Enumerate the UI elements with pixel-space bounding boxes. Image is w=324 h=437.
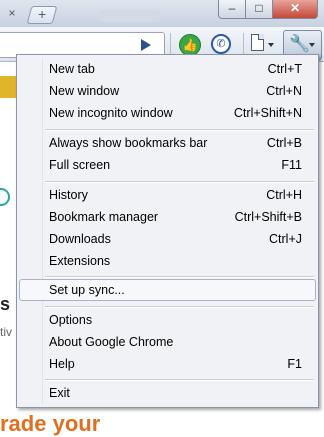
menu-item-label: Bookmark manager: [49, 210, 159, 224]
wrench-icon: 🔧: [289, 34, 311, 53]
menu-item-about[interactable]: About Google Chrome: [19, 331, 316, 353]
menu-item-label: Extensions: [49, 254, 111, 268]
menu-item-shortcut: F11: [281, 158, 302, 172]
wrench-menu: New tab Ctrl+T New window Ctrl+N New inc…: [16, 54, 319, 408]
menu-item-label: New window: [49, 84, 120, 98]
tab-close-icon[interactable]: ×: [6, 7, 18, 19]
toolbar-divider: [243, 33, 244, 55]
menu-item-downloads[interactable]: Downloads Ctrl+J: [19, 228, 316, 250]
menu-item-shortcut: Ctrl+B: [266, 136, 302, 150]
menu-item-bookmark-manager[interactable]: Bookmark manager Ctrl+Shift+B: [19, 206, 316, 228]
menu-item-label: Always show bookmarks bar: [49, 136, 208, 150]
menu-separator: [45, 181, 314, 183]
menu-separator: [45, 306, 314, 308]
menu-separator: [45, 379, 314, 381]
menu-item-full-screen[interactable]: Full screen F11: [19, 154, 316, 176]
page-text-fragment: tiv: [0, 325, 12, 339]
menu-item-label: Help: [49, 357, 75, 371]
menu-separator: [45, 276, 314, 278]
menu-item-new-window[interactable]: New window Ctrl+N: [19, 80, 316, 102]
menu-item-set-up-sync[interactable]: Set up sync...: [19, 279, 316, 301]
menu-item-options[interactable]: Options: [19, 309, 316, 331]
menu-item-new-incognito-window[interactable]: New incognito window Ctrl+Shift+N: [19, 102, 316, 124]
menu-item-label: About Google Chrome: [49, 335, 174, 349]
page-circle-icon: [0, 188, 10, 206]
play-icon[interactable]: [141, 39, 151, 51]
menu-item-shortcut: Ctrl+T: [267, 62, 302, 76]
menu-item-help[interactable]: Help F1: [19, 353, 316, 375]
menu-item-shortcut: Ctrl+N: [266, 84, 302, 98]
menu-item-exit[interactable]: Exit: [19, 382, 316, 404]
menu-item-history[interactable]: History Ctrl+H: [19, 184, 316, 206]
page-menu-icon[interactable]: [251, 34, 264, 51]
menu-item-extensions[interactable]: Extensions: [19, 250, 316, 272]
plus-icon: +: [38, 6, 47, 22]
title-bar: × + – □ ✕: [0, 0, 324, 27]
menu-item-bookmarks-bar[interactable]: Always show bookmarks bar Ctrl+B: [19, 132, 316, 154]
menu-item-label: Exit: [49, 386, 70, 400]
close-window-button[interactable]: ✕: [272, 0, 318, 19]
menu-item-label: New tab: [49, 62, 95, 76]
toolbar-divider: [170, 33, 171, 55]
chevron-down-icon[interactable]: [309, 43, 315, 47]
menu-separator: [45, 129, 314, 131]
menu-item-label: History: [49, 188, 88, 202]
menu-item-label: Options: [49, 313, 93, 327]
menu-item-label: Full screen: [49, 158, 111, 172]
menu-item-label: Downloads: [49, 232, 111, 246]
chevron-down-icon[interactable]: [268, 43, 274, 47]
page-bottom-heading: rade your: [0, 411, 101, 436]
menu-item-shortcut: Ctrl+Shift+N: [233, 106, 302, 120]
thumbs-up-icon[interactable]: 👍: [179, 34, 201, 56]
menu-item-label: New incognito window: [49, 106, 173, 120]
maximize-button[interactable]: □: [245, 0, 273, 19]
background-tab[interactable]: [100, 10, 160, 22]
menu-item-shortcut: Ctrl+H: [266, 188, 302, 202]
menu-item-shortcut: Ctrl+J: [269, 232, 302, 246]
page-banner: [0, 76, 16, 98]
menu-item-new-tab[interactable]: New tab Ctrl+T: [19, 58, 316, 80]
page-heading-fragment: s: [0, 294, 11, 314]
menu-item-shortcut: Ctrl+Shift+B: [234, 210, 302, 224]
call-icon[interactable]: ✆: [211, 34, 231, 54]
minimize-button[interactable]: –: [218, 0, 246, 19]
menu-item-shortcut: F1: [287, 357, 302, 371]
menu-item-label: Set up sync...: [49, 283, 125, 297]
new-tab-button[interactable]: +: [26, 6, 58, 24]
